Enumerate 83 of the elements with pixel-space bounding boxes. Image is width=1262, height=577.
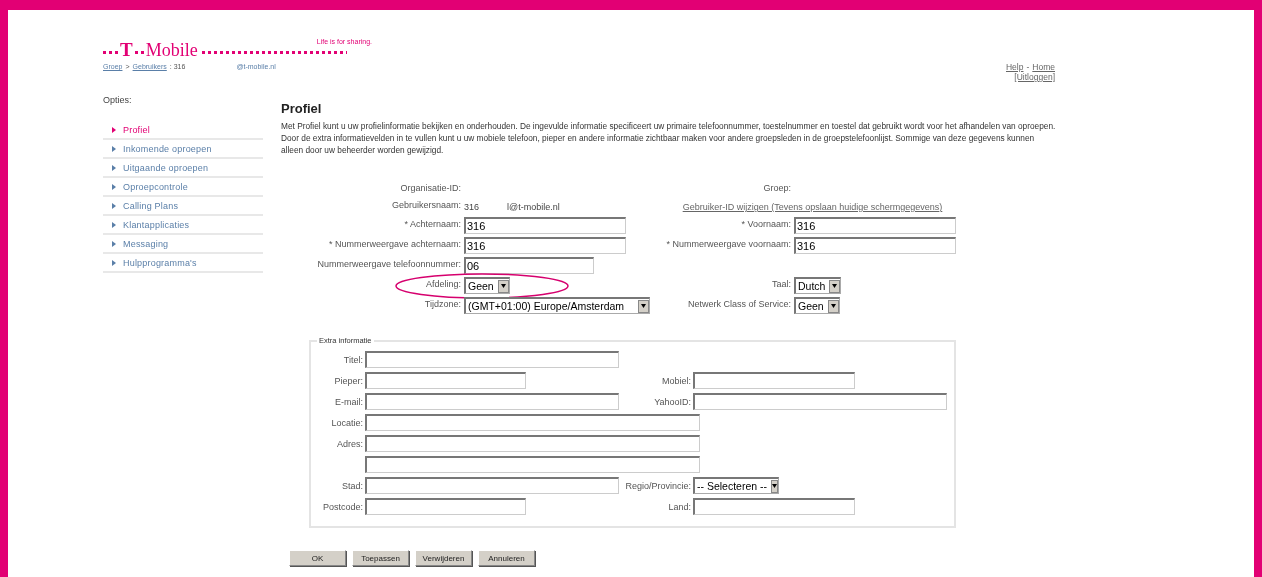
form-button[interactable]: OK (289, 550, 346, 566)
field-label: Nummerweergave telefoonnummer: (317, 258, 461, 269)
page-title: Profiel (281, 101, 323, 116)
logo-mark: T (120, 42, 133, 58)
input-field[interactable] (693, 393, 947, 410)
caret-icon (638, 299, 649, 313)
caret-icon (497, 279, 509, 293)
input-field[interactable]: 316 (794, 217, 956, 234)
top-link[interactable]: Help (1006, 62, 1024, 72)
sidebar-item[interactable]: Hulpprogramma's (103, 254, 263, 273)
triangle-icon (112, 126, 116, 133)
input-field[interactable] (365, 351, 619, 368)
input-field[interactable] (365, 477, 619, 494)
field-label: * Voornaam: (741, 218, 791, 229)
form-button[interactable]: Annuleren (478, 550, 535, 566)
input-field[interactable] (365, 393, 619, 410)
field-label: Afdeling: (425, 278, 461, 289)
value-text: 316 (464, 202, 480, 212)
field-label: * Nummerweergave voornaam: (666, 238, 791, 249)
triangle-icon (112, 259, 116, 266)
field-label: Regio/Provincie: (625, 480, 691, 491)
intro-paragraph: Met Profiel kunt u uw profielinformatie bekijken en onderhouden. De ingevulde informatie specificeert uw primaire telefoonnummer, toestelnummer en toestel dat gebruikt wordt voor het afhandelen van oproepen. Door de extra informatievelden in te vullen kunt u uw mobiele telefoon, pieper en andere informatie zichtbaar maken voor andere groepsleden in de groepstelefoonlijst. Sommige van deze gegevens kunnen alleen door uw beheerder worden gewijzigd. (281, 120, 1056, 156)
separator-text: - (1026, 62, 1030, 72)
sidebar-item[interactable]: Klantapplicaties (103, 216, 263, 235)
field-label: Taal: (772, 278, 791, 289)
field-label: Land: (668, 501, 691, 512)
field-label: * Achternaam: (404, 218, 461, 229)
dotted-line-drawing (134, 51, 144, 55)
field-label: Tijdzone: (424, 298, 461, 309)
field-label: YahooID: (654, 396, 691, 407)
triangle-icon (112, 145, 116, 152)
input-field[interactable]: 316 (464, 217, 626, 234)
input-field[interactable] (365, 414, 700, 431)
triangle-icon (112, 221, 116, 228)
sidebar-title: Opties: (103, 95, 133, 105)
triangle-icon (112, 183, 116, 190)
caret-icon (827, 299, 839, 313)
dropdown[interactable]: Dutch (794, 277, 842, 294)
field-label: Groep: (763, 183, 791, 193)
input-field[interactable] (365, 498, 526, 515)
input-field[interactable] (365, 435, 700, 452)
field-label: * Nummerweergave achternaam: (328, 238, 461, 249)
sidebar-item[interactable]: Inkomende oproepen (103, 140, 263, 159)
triangle-icon (112, 240, 116, 247)
form-button[interactable]: Toepassen (352, 550, 409, 566)
sidebar-item[interactable]: Oproepcontrole (103, 178, 263, 197)
dropdown[interactable]: Geen (464, 277, 510, 294)
input-field[interactable]: 06 (464, 257, 594, 274)
sidebar-item[interactable]: Calling Plans (103, 197, 263, 216)
field-label: Mobiel: (662, 375, 691, 386)
top-link[interactable]: Home (1032, 62, 1055, 72)
field-label: Organisatie-ID: (400, 183, 461, 193)
field-label: Pieper: (334, 375, 363, 386)
dropdown[interactable]: (GMT+01:00) Europe/Amsterdam (464, 297, 650, 314)
caret-icon (771, 479, 779, 493)
field-label: Stad: (342, 480, 363, 491)
triangle-icon (112, 202, 116, 209)
sidebar-item[interactable]: Messaging (103, 235, 263, 254)
input-field[interactable] (365, 456, 700, 473)
value-text: l@t-mobile.nl (507, 202, 560, 212)
sidebar-item[interactable]: Uitgaande oproepen (103, 159, 263, 178)
field-label: Netwerk Class of Service: (687, 298, 791, 309)
form-button[interactable]: Verwijderen (415, 550, 472, 566)
input-field[interactable]: 316 (794, 237, 956, 254)
change-user-id-link[interactable]: Gebruiker-ID wijzigen (Tevens opslaan huidige schermgegevens) (682, 202, 943, 212)
sidebar-item[interactable]: Profiel (103, 121, 263, 140)
field-label: Gebruikersnaam: (391, 200, 461, 210)
dotted-line-drawing (103, 51, 118, 55)
field-label: E-mail: (335, 396, 363, 407)
dropdown[interactable]: -- Selecteren -- (693, 477, 779, 494)
input-field[interactable]: 316 (464, 237, 626, 254)
field-label: Locatie: (331, 417, 363, 428)
top-link[interactable]: [Uitloggen] (1014, 72, 1055, 82)
caret-icon (829, 279, 841, 293)
input-field[interactable] (693, 498, 855, 515)
triangle-icon (112, 164, 116, 171)
dropdown[interactable]: Geen (794, 297, 840, 314)
input-field[interactable] (365, 372, 526, 389)
logo-wordmark: Mobile (145, 42, 198, 58)
input-field[interactable] (693, 372, 855, 389)
field-label: Adres: (337, 438, 363, 449)
field-label: Titel: (343, 354, 363, 365)
field-label: Postcode: (322, 501, 363, 512)
